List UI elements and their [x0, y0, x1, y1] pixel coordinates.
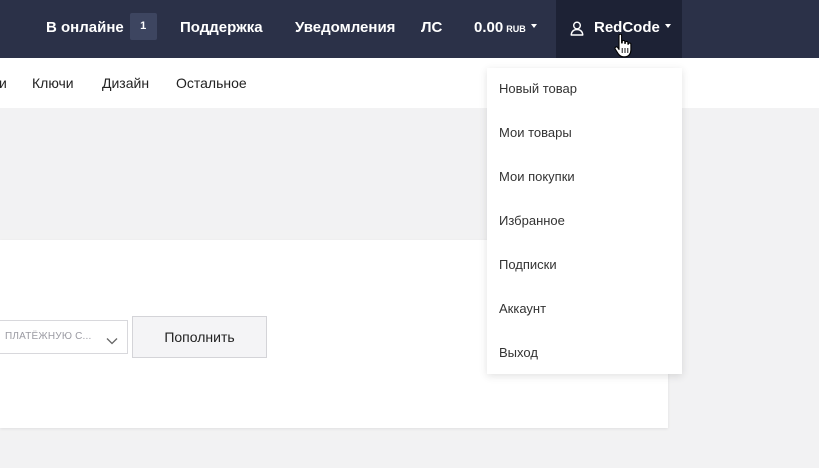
user-dropdown-menu: Новый товар Мои товары Мои покупки Избра…: [487, 68, 682, 374]
hand-pointer-icon: [614, 33, 632, 63]
support-link[interactable]: Поддержка: [180, 0, 263, 58]
chevron-down-icon: [106, 332, 118, 350]
category-nav: и Ключи Дизайн Остальное: [0, 58, 819, 108]
top-navbar: В онлайне 1 Поддержка Уведомления ЛС 0.00…: [0, 0, 819, 58]
caret-down-icon: [664, 24, 671, 29]
category-item-partial[interactable]: и: [0, 58, 7, 108]
menu-item-logout[interactable]: Выход: [499, 342, 538, 364]
online-label: В онлайне: [46, 19, 124, 36]
messages-link[interactable]: ЛС: [421, 0, 442, 58]
payment-method-selected: ПЛАТЁЖНУЮ С...: [5, 331, 92, 342]
menu-item-new-product[interactable]: Новый товар: [499, 78, 577, 100]
menu-item-account[interactable]: Аккаунт: [499, 298, 546, 320]
category-item-other[interactable]: Остальное: [176, 58, 247, 108]
notifications-link[interactable]: Уведомления: [295, 0, 395, 58]
topup-button[interactable]: Пополнить: [132, 316, 267, 358]
payment-method-select[interactable]: ПЛАТЁЖНУЮ С...: [0, 320, 128, 354]
caret-down-icon: [530, 24, 537, 29]
balance-amount: 0.00: [474, 19, 504, 36]
menu-item-subscriptions[interactable]: Подписки: [499, 254, 557, 276]
menu-item-my-purchases[interactable]: Мои покупки: [499, 166, 575, 188]
category-item-keys[interactable]: Ключи: [32, 58, 74, 108]
menu-item-favorites[interactable]: Избранное: [499, 210, 565, 232]
balance-dropdown[interactable]: 0.00 RUB: [474, 0, 537, 58]
online-link[interactable]: В онлайне 1: [46, 0, 157, 58]
online-count-badge: 1: [129, 12, 157, 40]
username-label: RedCode: [594, 0, 671, 58]
category-item-design[interactable]: Дизайн: [102, 58, 149, 108]
balance-unit: RUB: [506, 24, 526, 34]
menu-item-my-products[interactable]: Мои товары: [499, 122, 572, 144]
user-outline-icon: [570, 21, 584, 41]
